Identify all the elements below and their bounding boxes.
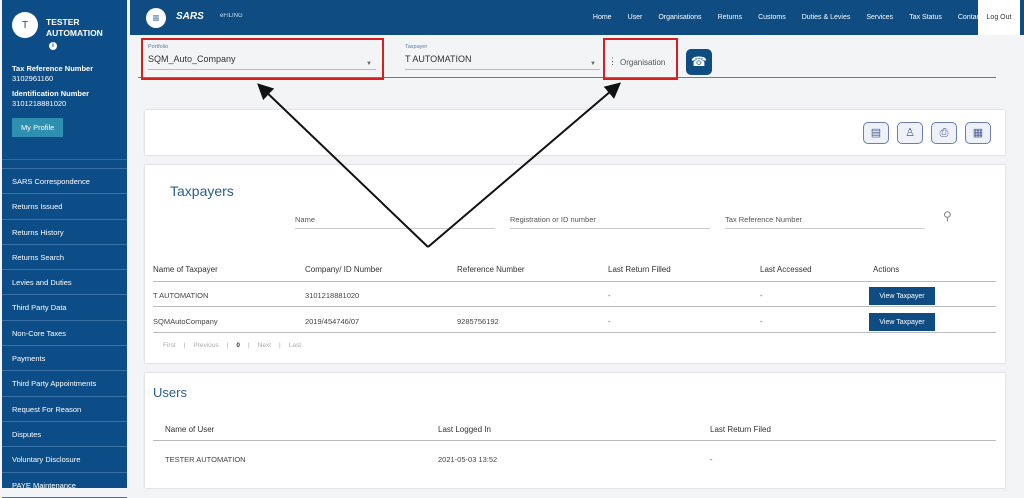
arrow-to-portfolio [257, 83, 429, 248]
arrow-to-organisation [427, 82, 622, 248]
annotation-arrows [257, 82, 622, 248]
